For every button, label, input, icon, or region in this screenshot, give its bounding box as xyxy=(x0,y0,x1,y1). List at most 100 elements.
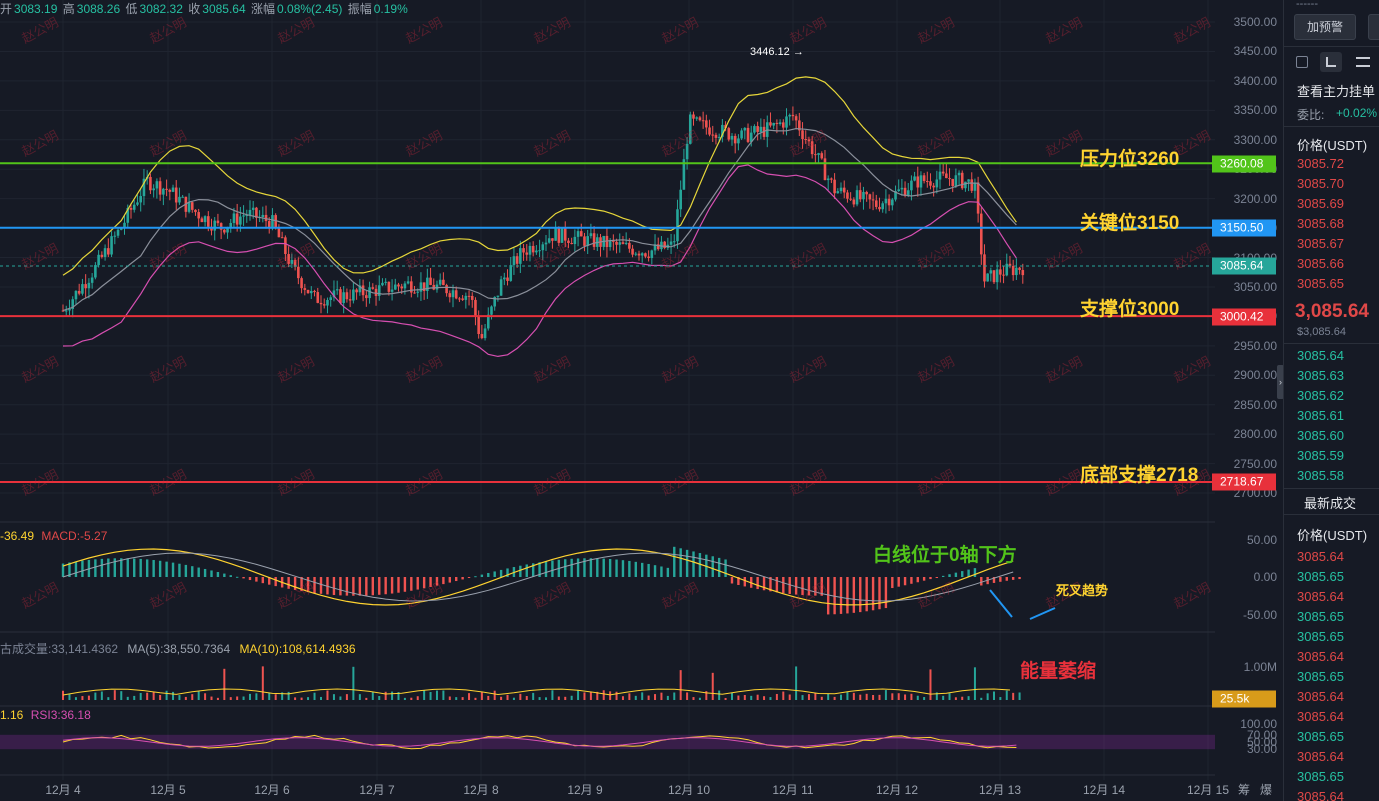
volume-bar xyxy=(621,696,624,700)
candle-body xyxy=(519,248,522,264)
macd-histogram-bar xyxy=(852,577,856,613)
candle-body xyxy=(801,130,804,139)
buy-order-row[interactable]: 3085.61 xyxy=(1297,408,1344,423)
order-book-sidebar: ------ 加预警 查看主力挂单 委比: +0.02% 价格(USDT) 30… xyxy=(1283,0,1379,801)
sell-order-row[interactable]: 3085.70 xyxy=(1297,176,1344,191)
trades-title[interactable]: 最新成交 xyxy=(1304,493,1356,512)
volume-bar xyxy=(268,692,271,700)
sell-order-row[interactable]: 3085.66 xyxy=(1297,256,1344,271)
macd-histogram-bar xyxy=(935,577,939,578)
sell-order-row[interactable]: 3085.72 xyxy=(1297,156,1344,171)
candle-body xyxy=(522,248,525,253)
close-label: 收 xyxy=(188,2,201,16)
macd-histogram-bar xyxy=(801,577,804,596)
candle-body xyxy=(891,199,894,206)
sell-order-row[interactable]: 3085.65 xyxy=(1297,276,1344,291)
candle-body xyxy=(576,231,580,237)
candle-body xyxy=(129,207,133,210)
candle-body xyxy=(814,154,817,156)
volume-bar xyxy=(519,693,522,700)
candle-body xyxy=(992,270,996,283)
volume-bar xyxy=(358,694,361,700)
volume-bar xyxy=(365,697,368,700)
candle-body xyxy=(239,216,242,225)
candle-body xyxy=(650,250,654,259)
candle-body xyxy=(717,136,721,138)
candle-body xyxy=(316,292,320,303)
macd-axis-tick: 50.00 xyxy=(1246,532,1277,547)
volume-bar xyxy=(184,696,187,700)
volume-bar xyxy=(204,693,207,700)
volume-bar xyxy=(763,696,766,700)
price-axis[interactable]: 3500.003450.003400.003350.003300.003250.… xyxy=(1215,0,1283,801)
macd-histogram-bar xyxy=(184,564,188,577)
sell-order-row[interactable]: 3085.68 xyxy=(1297,216,1344,231)
volume-bar xyxy=(980,697,983,700)
candle-body xyxy=(339,289,342,304)
volume-bar xyxy=(107,697,110,700)
candle-body xyxy=(187,202,191,212)
candle-body xyxy=(512,256,516,266)
candle-body xyxy=(823,158,827,181)
chip-distribution-button[interactable]: 筹 xyxy=(1238,781,1250,798)
volume-bar xyxy=(814,693,817,700)
volume-bar xyxy=(500,696,503,700)
candle-body xyxy=(637,253,641,256)
candle-body xyxy=(110,236,113,255)
orderbook-both-icon[interactable] xyxy=(1296,56,1308,68)
more-button[interactable] xyxy=(1368,14,1379,40)
candle-body xyxy=(769,122,772,126)
time-axis-tick: 12月 11 xyxy=(772,783,814,797)
macd-histogram-bar xyxy=(544,561,548,577)
macd-histogram-bar xyxy=(345,577,349,596)
add-alert-button[interactable]: 加预警 xyxy=(1294,14,1356,40)
volume-bar xyxy=(923,697,926,700)
volume-bar xyxy=(910,693,913,700)
sell-order-row[interactable]: 3085.67 xyxy=(1297,236,1344,251)
volume-bar xyxy=(1012,692,1015,700)
price-axis-tick: 3350.00 xyxy=(1233,103,1277,118)
buy-order-row[interactable]: 3085.60 xyxy=(1297,428,1344,443)
time-axis-tick: 12月 13 xyxy=(978,783,1022,797)
candle-body xyxy=(509,265,513,281)
volume-legend: 古成交量:33,141.4362 MA(5):38,550.7364 MA(10… xyxy=(0,640,356,657)
macd-histogram-bar xyxy=(628,560,631,577)
volume-bar xyxy=(320,696,322,700)
buy-order-row[interactable]: 3085.58 xyxy=(1297,468,1344,483)
rsi-axis-tick: 30.00 xyxy=(1246,742,1277,757)
volume-bar xyxy=(159,694,162,700)
sell-order-row[interactable]: 3085.69 xyxy=(1297,196,1344,211)
buy-order-row[interactable]: 3085.63 xyxy=(1297,368,1344,383)
candle-body xyxy=(448,293,452,298)
buy-order-row[interactable]: 3085.59 xyxy=(1297,448,1344,463)
volume-bar xyxy=(973,667,976,700)
macd-histogram-bar xyxy=(1011,577,1015,580)
volume-bar xyxy=(660,692,663,700)
volume-bar xyxy=(711,672,714,700)
liquidation-button[interactable]: 爆 xyxy=(1260,781,1272,798)
volume-bar xyxy=(872,694,875,700)
volume-bar xyxy=(448,696,451,700)
volume-bar xyxy=(788,694,791,700)
time-axis-tick: 12月 10 xyxy=(667,783,711,797)
volume-bar xyxy=(126,696,129,700)
macd-histogram-bar xyxy=(865,577,868,612)
macd-histogram-bar xyxy=(897,577,900,587)
buy-order-row[interactable]: 3085.64 xyxy=(1297,348,1344,363)
volume-bar xyxy=(532,692,535,700)
macd-histogram-bar xyxy=(589,558,593,577)
candle-body xyxy=(624,242,628,244)
candle-body xyxy=(438,279,442,285)
close-value: 3085.64 xyxy=(202,2,246,16)
macd-histogram-bar xyxy=(365,577,368,596)
orderbook-title[interactable]: 查看主力挂单 xyxy=(1297,81,1375,100)
buy-order-row[interactable]: 3085.62 xyxy=(1297,388,1344,403)
macd-histogram-bar xyxy=(570,558,573,577)
macd-histogram-bar xyxy=(493,571,496,577)
orderbook-sell-icon[interactable] xyxy=(1356,57,1370,67)
candle-body xyxy=(925,181,929,183)
candle-body xyxy=(621,242,625,244)
volume-bar xyxy=(737,695,740,700)
macd-histogram-bar xyxy=(519,565,522,577)
macd-histogram-bar xyxy=(429,577,432,587)
